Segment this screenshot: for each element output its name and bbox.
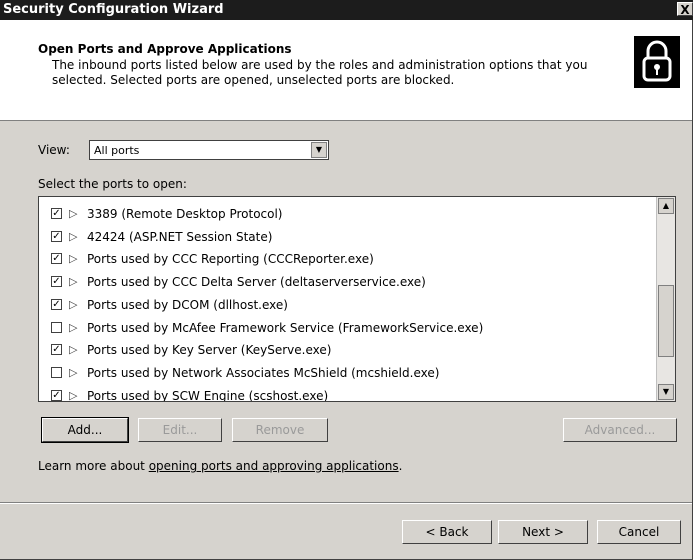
page-description: The inbound ports listed below are used … <box>52 58 588 87</box>
port-label: Ports used by McAfee Framework Service (… <box>87 320 484 335</box>
port-label: Ports used by Key Server (KeyServe.exe) <box>87 343 332 358</box>
expand-arrow-icon[interactable]: ▷ <box>69 343 77 356</box>
view-dropdown[interactable]: All ports ▼ <box>89 140 329 160</box>
port-checkbox[interactable]: ✓ <box>51 389 62 401</box>
chevron-down-icon[interactable]: ▼ <box>311 142 327 158</box>
list-item[interactable]: ✓ ▷ Ports used by CCC Delta Server (deltas… <box>51 271 651 293</box>
footer-divider <box>0 502 692 504</box>
learn-more-prefix: Learn more about <box>38 459 149 473</box>
view-label: View: <box>38 143 70 157</box>
port-checkbox[interactable]: ✓ <box>51 253 62 265</box>
next-button[interactable]: Next > <box>498 520 588 544</box>
expand-arrow-icon[interactable]: ▷ <box>69 298 77 311</box>
list-item[interactable]: ▷ Ports used by McAfee Framework Service … <box>51 317 651 339</box>
expand-arrow-icon[interactable]: ▷ <box>69 275 77 288</box>
wizard-header: Open Ports and Approve Applications The … <box>0 20 692 121</box>
port-checkbox[interactable] <box>51 321 62 333</box>
ports-label: Select the ports to open: <box>38 177 187 191</box>
edit-button[interactable]: Edit... <box>138 418 222 442</box>
expand-arrow-icon[interactable]: ▷ <box>69 389 77 401</box>
expand-arrow-icon[interactable]: ▷ <box>69 366 77 379</box>
learn-more-text: Learn more about opening ports and appro… <box>38 459 402 473</box>
title-bar: Security Configuration Wizard X <box>0 0 693 20</box>
port-checkbox[interactable]: ✓ <box>51 344 62 356</box>
cancel-button[interactable]: Cancel <box>597 520 681 544</box>
lock-icon <box>634 36 680 88</box>
list-item[interactable]: ✓ ▷ 42424 (ASP.NET Session State) <box>51 226 651 248</box>
close-button[interactable]: X <box>677 2 693 17</box>
window-title: Security Configuration Wizard <box>3 2 224 17</box>
page-title: Open Ports and Approve Applications <box>38 42 292 56</box>
port-checkbox[interactable]: ✓ <box>51 276 62 288</box>
expand-arrow-icon[interactable]: ▷ <box>69 230 77 243</box>
learn-more-suffix: . <box>398 459 403 473</box>
port-label: Ports used by SCW Engine (scshost.exe) <box>87 388 329 402</box>
port-checkbox[interactable]: ✓ <box>51 208 62 219</box>
list-item[interactable]: ✓ ▷ Ports used by CCC Reporting (CCCReport… <box>51 248 651 270</box>
port-label: Ports used by DCOM (dllhost.exe) <box>87 297 288 312</box>
advanced-button[interactable]: Advanced... <box>563 418 677 442</box>
port-label: 42424 (ASP.NET Session State) <box>87 229 273 244</box>
add-button[interactable]: Add... <box>41 417 129 443</box>
scroll-up-icon[interactable]: ▲ <box>658 198 674 214</box>
back-button[interactable]: < Back <box>402 520 492 544</box>
view-selected-value: All ports <box>94 144 140 157</box>
expand-arrow-icon[interactable]: ▷ <box>69 252 77 265</box>
port-label: Ports used by Network Associates McShiel… <box>87 365 440 380</box>
remove-button[interactable]: Remove <box>232 418 328 442</box>
list-item[interactable]: ▷ Ports used by Network Associates McShie… <box>51 362 651 384</box>
expand-arrow-icon[interactable]: ▷ <box>69 321 77 334</box>
ports-list[interactable]: ✓ ▷ 3389 (Remote Desktop Protocol) ✓ ▷ 42424 … <box>38 196 676 402</box>
port-checkbox[interactable] <box>51 366 62 378</box>
wizard-window: Security Configuration Wizard X Open Por… <box>0 0 693 560</box>
port-checkbox[interactable]: ✓ <box>51 230 62 242</box>
list-item[interactable]: ✓ ▷ Ports used by SCW Engine (scshost.exe) <box>51 385 651 402</box>
expand-arrow-icon[interactable]: ▷ <box>69 207 77 220</box>
port-label: 3389 (Remote Desktop Protocol) <box>87 207 283 221</box>
port-label: Ports used by CCC Reporting (CCCReporter… <box>87 252 374 267</box>
list-item[interactable]: ✓ ▷ Ports used by DCOM (dllhost.exe) <box>51 294 651 316</box>
list-item[interactable]: ✓ ▷ 3389 (Remote Desktop Protocol) <box>51 203 651 225</box>
scroll-thumb[interactable] <box>658 285 674 357</box>
scroll-down-icon[interactable]: ▼ <box>658 384 674 400</box>
list-item[interactable]: ✓ ▷ Ports used by Key Server (KeyServe.exe… <box>51 339 651 361</box>
port-label: Ports used by CCC Delta Server (deltaser… <box>87 275 426 290</box>
ports-scrollbar[interactable]: ▲ ▼ <box>656 197 675 401</box>
port-checkbox[interactable]: ✓ <box>51 298 62 310</box>
learn-more-link[interactable]: opening ports and approving applications <box>149 459 399 473</box>
